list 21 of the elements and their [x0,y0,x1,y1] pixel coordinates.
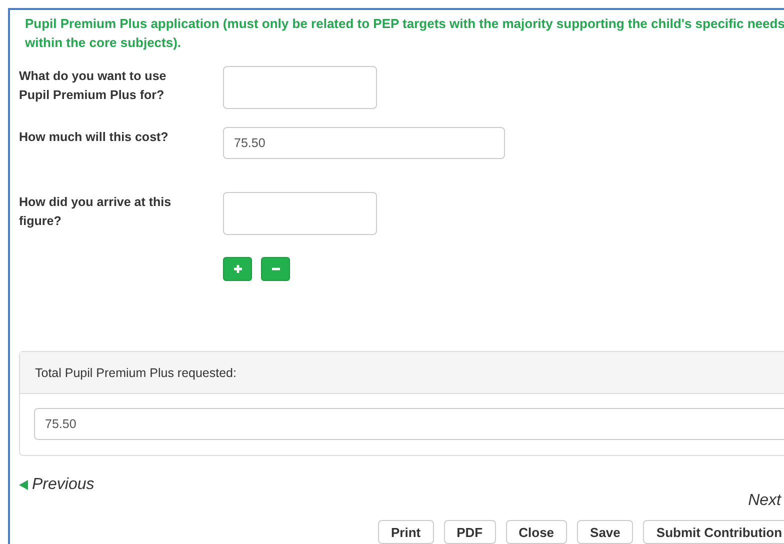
action-button[interactable]: Print [378,520,434,544]
remove-button[interactable] [261,257,290,281]
input-field[interactable] [223,66,377,109]
action-button[interactable]: Close [506,520,568,544]
total-label: Total Pupil Premium Plus requested: [35,366,236,380]
add-button[interactable] [223,257,252,281]
action-button[interactable]: PDF [444,520,496,544]
action-button[interactable]: Save [577,520,634,544]
action-button[interactable]: Submit Contribution [643,520,784,544]
field-label: What do you want to use Pupil Premium Plus for? [19,68,168,104]
minus-icon [270,267,280,271]
next-link[interactable]: Next [748,492,781,510]
input-field[interactable] [223,192,377,235]
section-heading: Pupil Premium Plus application (must only be related to PEP targets with the majority supporting the child's specific needs within the core subjects). [24,15,784,52]
plus-icon [232,264,242,274]
triangle-left-icon [19,480,28,490]
previous-link[interactable]: Previous [19,476,94,494]
field-label: How did you arrive at this figure? [19,194,172,230]
field-label: How much will this cost? [19,129,170,146]
input-field[interactable]: 75.50 [223,127,505,159]
total-field[interactable]: 75.50 [34,408,784,440]
